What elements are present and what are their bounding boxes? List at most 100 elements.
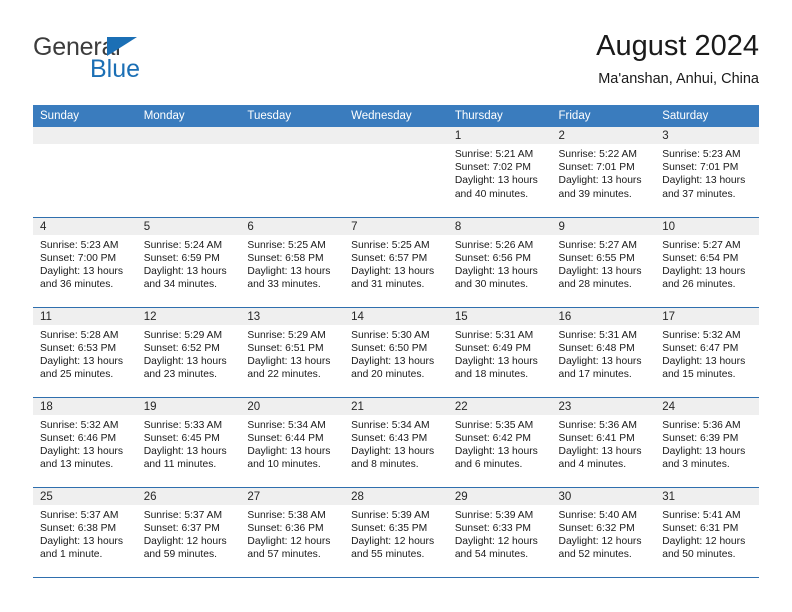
calendar-day-cell[interactable]: 29 Sunrise: 5:39 AM Sunset: 6:33 PM Dayligh… (447, 487, 552, 578)
daylight-duration-line2: and 11 minutes. (143, 459, 217, 471)
day-number: 24 (655, 397, 759, 415)
sunrise-time: Sunrise: 5:39 AM (351, 509, 430, 521)
calendar-day-cell[interactable]: 23 Sunrise: 5:36 AM Sunset: 6:41 PM Dayligh… (551, 397, 656, 488)
sunrise-time: Sunrise: 5:41 AM (662, 509, 741, 521)
day-details: Sunrise: 5:29 AM Sunset: 6:52 PM Daylight:… (137, 325, 241, 382)
day-details: Sunrise: 5:31 AM Sunset: 6:48 PM Daylight:… (552, 325, 656, 382)
day-number: 27 (240, 487, 345, 505)
daylight-duration-line1: Daylight: 13 hours (351, 445, 435, 457)
calendar-day-cell[interactable]: 4 Sunrise: 5:23 AM Sunset: 7:00 PM Daylight… (33, 217, 137, 308)
day-number: 1 (447, 127, 552, 144)
logo-text-blue: Blue (90, 55, 141, 83)
daylight-duration-line1: Daylight: 13 hours (454, 265, 538, 277)
calendar-day-cell[interactable]: 24 Sunrise: 5:36 AM Sunset: 6:39 PM Dayligh… (655, 397, 759, 488)
daylight-duration-line1: Daylight: 12 hours (247, 535, 331, 547)
daylight-duration-line2: and 3 minutes. (662, 459, 730, 471)
daylight-duration-line2: and 30 minutes. (454, 279, 529, 291)
general-blue-logo[interactable]: General Blue (33, 34, 233, 92)
weekday-header-wednesday: Wednesday (344, 105, 448, 127)
sunrise-time: Sunrise: 5:38 AM (247, 509, 326, 521)
sunrise-time: Sunrise: 5:34 AM (247, 419, 326, 431)
calendar-day-cell[interactable]: 30 Sunrise: 5:40 AM Sunset: 6:32 PM Dayligh… (551, 487, 656, 578)
day-details: Sunrise: 5:33 AM Sunset: 6:45 PM Daylight:… (137, 415, 241, 472)
daylight-duration-line1: Daylight: 12 hours (662, 535, 746, 547)
calendar-day-cell[interactable]: 6 Sunrise: 5:25 AM Sunset: 6:58 PM Daylight… (240, 217, 345, 308)
day-number: 9 (551, 217, 656, 235)
calendar-day-cell[interactable]: 8 Sunrise: 5:26 AM Sunset: 6:56 PM Daylight… (447, 217, 552, 308)
calendar-day-cell[interactable]: 10 Sunrise: 5:27 AM Sunset: 6:54 PM Dayligh… (655, 217, 759, 308)
day-number: 22 (447, 397, 552, 415)
day-number: 6 (240, 217, 345, 235)
daylight-duration-line1: Daylight: 13 hours (454, 175, 538, 187)
day-number: 13 (240, 307, 345, 325)
calendar-day-cell[interactable]: 1 Sunrise: 5:21 AM Sunset: 7:02 PM Daylight… (447, 127, 552, 218)
sunrise-time: Sunrise: 5:22 AM (558, 149, 637, 160)
daylight-duration-line2: and 1 minute. (40, 549, 103, 561)
daylight-duration-line2: and 20 minutes. (351, 369, 425, 381)
day-number: 17 (655, 307, 759, 325)
daylight-duration-line1: Daylight: 13 hours (558, 355, 642, 367)
calendar-day-cell[interactable]: 21 Sunrise: 5:34 AM Sunset: 6:43 PM Dayligh… (344, 397, 448, 488)
calendar-day-cell[interactable]: 18 Sunrise: 5:32 AM Sunset: 6:46 PM Dayligh… (33, 397, 137, 488)
sunrise-time: Sunrise: 5:31 AM (558, 329, 637, 341)
calendar-day-cell-empty (33, 127, 137, 218)
day-number: 28 (344, 487, 448, 505)
calendar-day-cell[interactable]: 11 Sunrise: 5:28 AM Sunset: 6:53 PM Dayligh… (33, 307, 137, 398)
day-details: Sunrise: 5:25 AM Sunset: 6:58 PM Daylight:… (240, 235, 344, 292)
daylight-duration-line1: Daylight: 12 hours (454, 535, 538, 547)
weekday-header-sunday: Sunday (33, 105, 137, 127)
daylight-duration-line1: Daylight: 13 hours (662, 265, 746, 277)
sunset-time: Sunset: 6:32 PM (558, 522, 635, 534)
calendar-day-cell[interactable]: 26 Sunrise: 5:37 AM Sunset: 6:37 PM Dayligh… (136, 487, 241, 578)
sunset-time: Sunset: 7:02 PM (454, 162, 531, 174)
calendar-day-cell[interactable]: 13 Sunrise: 5:29 AM Sunset: 6:51 PM Dayligh… (240, 307, 345, 398)
daylight-duration-line2: and 31 minutes. (351, 279, 425, 291)
calendar-day-cell-empty (344, 127, 448, 218)
calendar-day-cell[interactable]: 12 Sunrise: 5:29 AM Sunset: 6:52 PM Dayligh… (136, 307, 241, 398)
day-number: 25 (33, 487, 137, 505)
daylight-duration-line2: and 55 minutes. (351, 549, 425, 561)
daylight-duration-line1: Daylight: 13 hours (351, 265, 435, 277)
calendar-week-row: 18 Sunrise: 5:32 AM Sunset: 6:46 PM Dayligh… (33, 397, 759, 488)
daylight-duration-line1: Daylight: 13 hours (454, 445, 538, 457)
sunrise-time: Sunrise: 5:36 AM (558, 419, 637, 431)
calendar-day-cell[interactable]: 16 Sunrise: 5:31 AM Sunset: 6:48 PM Dayligh… (551, 307, 656, 398)
calendar-day-cell[interactable]: 20 Sunrise: 5:34 AM Sunset: 6:44 PM Dayligh… (240, 397, 345, 488)
calendar-grid: Sunday Monday Tuesday Wednesday Thursday… (33, 105, 759, 578)
calendar-day-cell[interactable]: 9 Sunrise: 5:27 AM Sunset: 6:55 PM Daylight… (551, 217, 656, 308)
sunrise-time: Sunrise: 5:35 AM (454, 419, 534, 431)
calendar-day-cell[interactable]: 22 Sunrise: 5:35 AM Sunset: 6:42 PM Dayligh… (447, 397, 552, 488)
day-details: Sunrise: 5:21 AM Sunset: 7:02 PM Daylight:… (448, 144, 552, 201)
calendar-day-cell[interactable]: 14 Sunrise: 5:30 AM Sunset: 6:50 PM Dayligh… (344, 307, 448, 398)
sunset-time: Sunset: 6:37 PM (143, 522, 220, 534)
daylight-duration-line2: and 23 minutes. (143, 369, 217, 381)
calendar-day-cell[interactable]: 28 Sunrise: 5:39 AM Sunset: 6:35 PM Dayligh… (344, 487, 448, 578)
daylight-duration-line2: and 40 minutes. (454, 188, 529, 200)
calendar-day-cell[interactable]: 15 Sunrise: 5:31 AM Sunset: 6:49 PM Dayligh… (447, 307, 552, 398)
day-number: 14 (344, 307, 448, 325)
sunset-time: Sunset: 7:01 PM (662, 162, 739, 174)
calendar-day-cell[interactable]: 3 Sunrise: 5:23 AM Sunset: 7:01 PM Daylight… (655, 127, 759, 218)
calendar-day-cell[interactable]: 2 Sunrise: 5:22 AM Sunset: 7:01 PM Daylight… (551, 127, 656, 218)
calendar-day-cell[interactable]: 5 Sunrise: 5:24 AM Sunset: 6:59 PM Daylight… (136, 217, 241, 308)
day-details: Sunrise: 5:40 AM Sunset: 6:32 PM Daylight:… (552, 505, 656, 562)
day-details: Sunrise: 5:25 AM Sunset: 6:57 PM Daylight:… (344, 235, 448, 292)
sunset-time: Sunset: 6:35 PM (351, 522, 428, 534)
daylight-duration-line1: Daylight: 13 hours (40, 355, 123, 367)
sunrise-time: Sunrise: 5:34 AM (351, 419, 430, 431)
day-details: Sunrise: 5:32 AM Sunset: 6:47 PM Daylight:… (655, 325, 759, 382)
calendar-day-cell[interactable]: 27 Sunrise: 5:38 AM Sunset: 6:36 PM Dayligh… (240, 487, 345, 578)
calendar-day-cell[interactable]: 25 Sunrise: 5:37 AM Sunset: 6:38 PM Dayligh… (33, 487, 137, 578)
calendar-day-cell[interactable]: 31 Sunrise: 5:41 AM Sunset: 6:31 PM Dayligh… (655, 487, 759, 578)
daylight-duration-line1: Daylight: 13 hours (247, 265, 331, 277)
day-details: Sunrise: 5:30 AM Sunset: 6:50 PM Daylight:… (344, 325, 448, 382)
calendar-day-cell[interactable]: 19 Sunrise: 5:33 AM Sunset: 6:45 PM Dayligh… (136, 397, 241, 488)
day-number: 5 (136, 217, 241, 235)
sunset-time: Sunset: 7:01 PM (558, 162, 635, 174)
calendar-day-cell[interactable]: 7 Sunrise: 5:25 AM Sunset: 6:57 PM Daylight… (344, 217, 448, 308)
daylight-duration-line2: and 33 minutes. (247, 279, 321, 291)
calendar-day-cell[interactable]: 17 Sunrise: 5:32 AM Sunset: 6:47 PM Dayligh… (655, 307, 759, 398)
daylight-duration-line1: Daylight: 13 hours (662, 355, 746, 367)
title-block: August 2024 Ma'anshan, Anhui, China (596, 28, 759, 90)
day-details: Sunrise: 5:32 AM Sunset: 6:46 PM Daylight:… (33, 415, 137, 472)
